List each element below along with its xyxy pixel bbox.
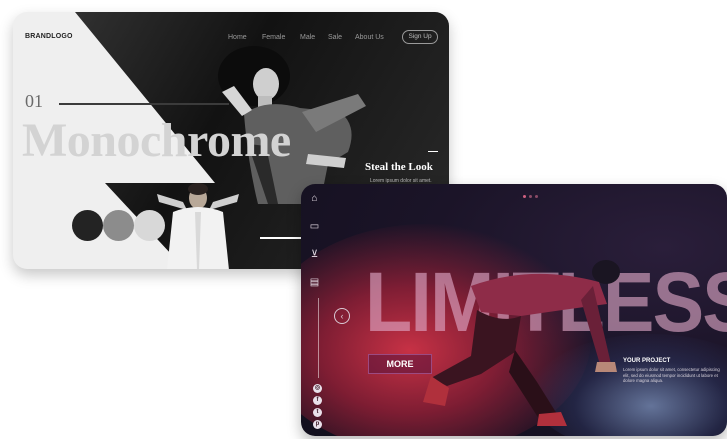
chat-icon[interactable]: ▤ xyxy=(309,277,320,288)
slide-number-line xyxy=(59,103,229,105)
page-indicator-dot[interactable] xyxy=(529,195,532,198)
project-text: Lorem ipsum dolor sit amet, consectetur … xyxy=(623,367,720,383)
nav-about-us[interactable]: About Us xyxy=(355,34,384,41)
color-swatch-gray[interactable] xyxy=(103,210,134,241)
cart-icon[interactable]: ⊻ xyxy=(309,249,320,260)
more-button[interactable]: MORE xyxy=(368,354,432,374)
previous-slide-button[interactable]: ‹ xyxy=(334,308,350,324)
twitter-icon[interactable]: t xyxy=(313,408,322,417)
color-swatch-light[interactable] xyxy=(134,210,165,241)
hero-title: Monochrome xyxy=(22,114,291,167)
project-heading: YOUR PROJECT xyxy=(623,358,671,364)
instagram-icon[interactable]: ◎ xyxy=(313,384,322,393)
slide-number: 01 xyxy=(25,91,43,111)
home-icon[interactable]: ⌂ xyxy=(309,193,320,204)
tagline-dash xyxy=(428,151,438,152)
pinterest-icon[interactable]: p xyxy=(313,420,322,429)
runner-photo xyxy=(423,260,620,426)
page-indicator-dot[interactable] xyxy=(523,195,526,198)
sidebar-divider xyxy=(318,298,319,378)
color-swatch-dark[interactable] xyxy=(72,210,103,241)
nav-home[interactable]: Home xyxy=(228,34,247,41)
nav-female[interactable]: Female xyxy=(262,34,285,41)
sign-up-button[interactable]: Sign Up xyxy=(402,30,438,44)
limitless-mockup: LIMITLESS ⌂ ▭ ⊻ ▤ ◎ f t p ‹ MORE YOUR PR… xyxy=(301,184,727,436)
facebook-icon[interactable]: f xyxy=(313,396,322,405)
tagline: Steal the Look xyxy=(365,161,433,173)
image-icon[interactable]: ▭ xyxy=(309,221,320,232)
brand-logo[interactable]: BRANDLOGO xyxy=(25,33,73,40)
page-indicator-dot[interactable] xyxy=(535,195,538,198)
nav-male[interactable]: Male xyxy=(300,34,315,41)
left-sidebar: ⌂ ▭ ⊻ ▤ ◎ f t p xyxy=(301,184,327,436)
nav-sale[interactable]: Sale xyxy=(328,34,342,41)
